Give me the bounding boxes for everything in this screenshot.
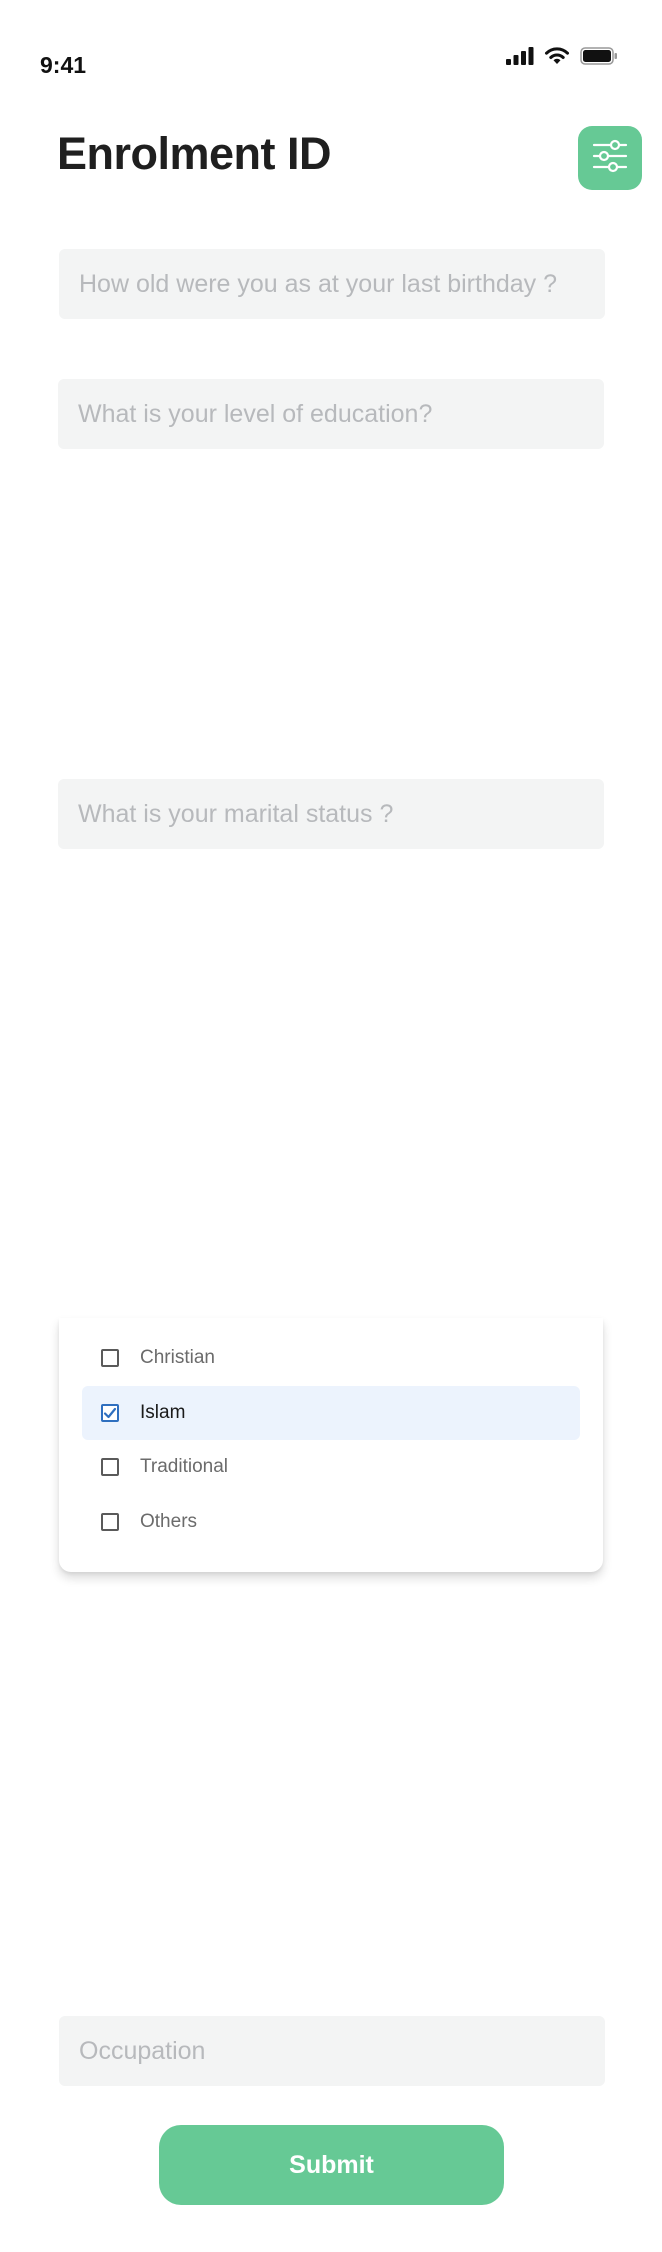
option-christian[interactable]: Christian [82, 1331, 580, 1385]
marital-status-field[interactable] [58, 779, 604, 849]
sliders-icon [591, 137, 629, 180]
status-time: 9:41 [40, 52, 87, 78]
signal-icon [506, 47, 534, 70]
submit-button[interactable]: Submit [159, 2125, 504, 2205]
marital-status-input[interactable] [76, 798, 586, 830]
religion-dropdown: Christian Islam Traditional Others [59, 1318, 603, 1572]
battery-icon [580, 47, 618, 70]
checkbox[interactable] [101, 1513, 119, 1531]
checkbox[interactable] [101, 1349, 119, 1367]
filter-button[interactable] [578, 126, 642, 190]
status-icons [506, 46, 618, 71]
education-input[interactable] [76, 398, 586, 430]
option-label: Islam [140, 1402, 186, 1423]
occupation-input[interactable] [77, 2035, 587, 2067]
checkmark-icon [103, 1407, 117, 1419]
option-label: Traditional [140, 1456, 229, 1477]
option-others[interactable]: Others [82, 1495, 580, 1549]
wifi-icon [544, 46, 570, 71]
age-input[interactable] [77, 268, 587, 300]
option-label: Christian [140, 1347, 215, 1368]
checkbox[interactable] [101, 1458, 119, 1476]
page-title: Enrolment ID [57, 128, 332, 179]
education-field[interactable] [58, 379, 604, 449]
checkbox-checked[interactable] [101, 1404, 119, 1422]
option-label: Others [140, 1511, 198, 1532]
option-islam[interactable]: Islam [82, 1386, 580, 1440]
age-field[interactable] [59, 249, 605, 319]
option-traditional[interactable]: Traditional [82, 1440, 580, 1494]
occupation-field[interactable] [59, 2016, 605, 2086]
